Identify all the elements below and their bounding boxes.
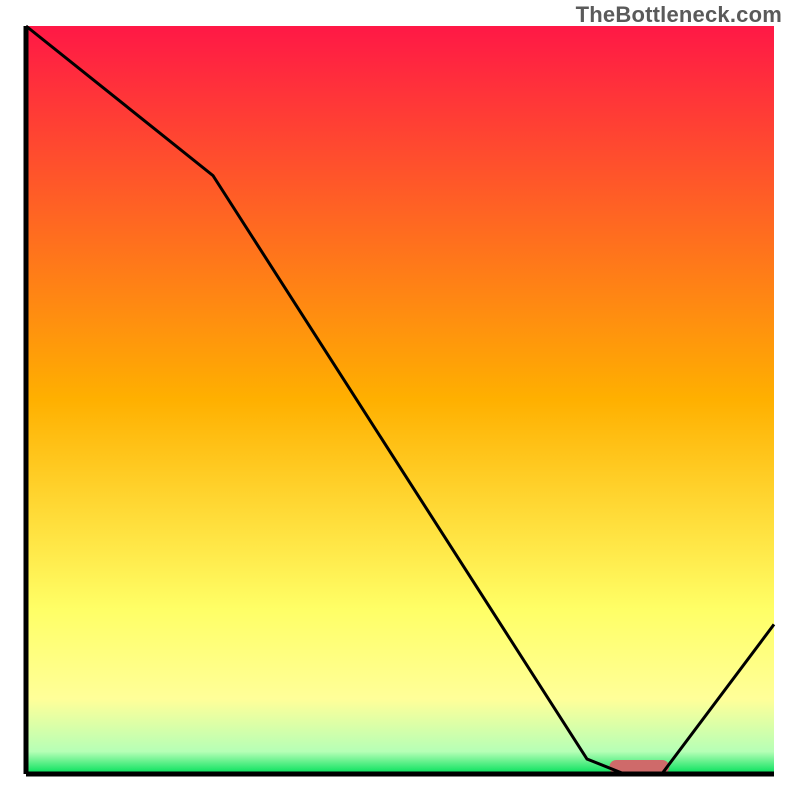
plot-area [26, 26, 774, 774]
watermark-text: TheBottleneck.com [576, 2, 782, 28]
chart-container: TheBottleneck.com [0, 0, 800, 800]
gradient-background [26, 26, 774, 774]
bottleneck-chart [0, 0, 800, 800]
